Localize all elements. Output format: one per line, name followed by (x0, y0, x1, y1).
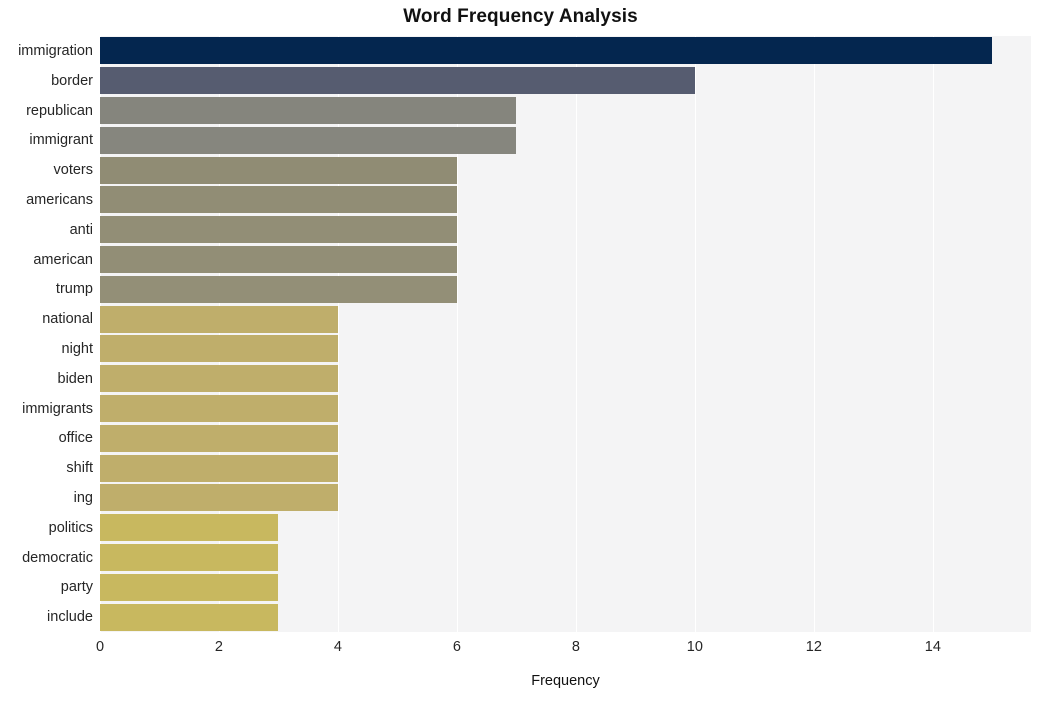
x-tick-label-4: 4 (333, 639, 342, 655)
y-tick-label-ing: ing (73, 489, 93, 506)
bar-fill (100, 126, 517, 154)
bar-republican[interactable] (100, 97, 517, 124)
y-tick-label-office: office (58, 430, 93, 447)
bar-politics[interactable] (100, 514, 279, 542)
y-tick-label-american: american (33, 251, 93, 268)
y-tick-label-biden: biden (57, 370, 93, 387)
bar-office[interactable] (100, 424, 338, 452)
bar-fill (100, 156, 457, 184)
x-tick-label-8: 8 (571, 639, 580, 655)
bar-immigrants[interactable] (100, 395, 338, 422)
bar-fill (100, 573, 279, 601)
bar-immigrant[interactable] (100, 126, 517, 154)
y-tick-label-immigrants: immigrants (22, 400, 93, 417)
x-axis-label: Frequency (531, 673, 600, 689)
x-tick-label-14: 14 (924, 639, 941, 655)
bar-fill (100, 67, 695, 95)
bar-fill (100, 335, 338, 363)
bar-fill (100, 544, 279, 571)
y-tick-label-national: national (42, 311, 93, 328)
y-tick-label-politics: politics (48, 519, 93, 536)
bar-include[interactable] (100, 603, 279, 631)
bar-night[interactable] (100, 335, 338, 363)
y-tick-label-night: night (61, 340, 93, 357)
bar-fill (100, 37, 993, 65)
bar-fill (100, 365, 338, 393)
bar-anti[interactable] (100, 216, 457, 244)
x-tick-label-6: 6 (452, 639, 461, 655)
bar-shift[interactable] (100, 454, 338, 482)
bar-fill (100, 484, 338, 512)
x-axis-tick-labels: 0 2 4 6 8 10 12 14 (96, 632, 1031, 662)
bar-democratic[interactable] (100, 544, 279, 571)
bar-fill (100, 305, 338, 333)
bar-party[interactable] (100, 573, 279, 601)
bar-fill (100, 395, 338, 422)
y-tick-label-include: include (47, 609, 93, 626)
y-tick-label-americans: americans (26, 191, 93, 208)
y-tick-label-shift: shift (66, 460, 93, 477)
y-tick-label-trump: trump (55, 281, 93, 298)
plot-area (100, 36, 1031, 632)
y-tick-label-party: party (60, 579, 93, 596)
y-tick-label-immigrant: immigrant (29, 132, 93, 149)
bar-fill (100, 275, 457, 303)
x-tick-label-0: 0 (95, 639, 105, 655)
bar-fill (100, 97, 517, 124)
bar-biden[interactable] (100, 365, 338, 393)
bar-americans[interactable] (100, 186, 457, 214)
y-tick-label-border: border (51, 72, 93, 89)
bar-fill (100, 246, 457, 273)
y-tick-label-republican: republican (26, 102, 93, 119)
y-tick-label-voters: voters (53, 162, 94, 179)
x-tick-label-2: 2 (214, 639, 223, 655)
x-tick-label-12: 12 (805, 639, 822, 655)
bar-fill (100, 186, 457, 214)
bar-trump[interactable] (100, 275, 457, 303)
bars-layer (100, 36, 1031, 632)
bar-voters[interactable] (100, 156, 457, 184)
y-tick-label-immigration: immigration (18, 42, 93, 59)
bar-fill (100, 424, 338, 452)
bar-fill (100, 514, 279, 542)
bar-fill (100, 454, 338, 482)
y-tick-label-democratic: democratic (22, 549, 93, 566)
bar-national[interactable] (100, 305, 338, 333)
bar-ing[interactable] (100, 484, 338, 512)
bar-border[interactable] (100, 67, 695, 95)
word-frequency-chart-figure: Word Frequency Analysis immigration borde… (0, 0, 1041, 701)
y-axis-tick-labels: immigration border republican immigrant vote… (0, 36, 93, 632)
bar-fill (100, 216, 457, 244)
chart-title: Word Frequency Analysis (403, 6, 638, 27)
y-tick-label-anti: anti (69, 221, 93, 238)
bar-fill (100, 603, 279, 631)
x-tick-label-10: 10 (686, 639, 703, 655)
bar-immigration[interactable] (100, 37, 993, 65)
bar-american[interactable] (100, 246, 457, 273)
